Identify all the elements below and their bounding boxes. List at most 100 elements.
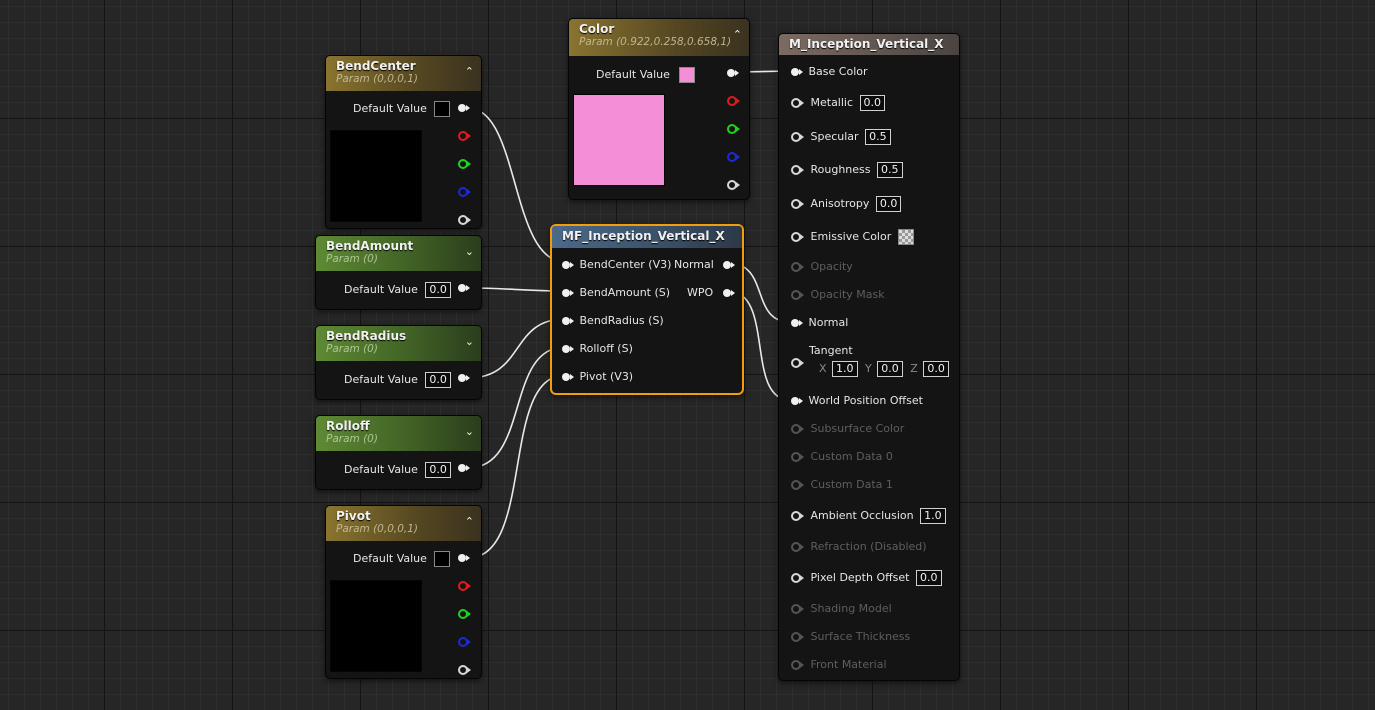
input-emissive-color[interactable]: Emissive Color	[791, 229, 914, 245]
input-pin[interactable]	[791, 573, 804, 583]
color-swatch[interactable]	[679, 67, 696, 83]
default-value-input[interactable]: 0.0	[425, 282, 451, 298]
input-pin[interactable]	[791, 199, 804, 209]
tangent-x-input[interactable]: 1.0	[832, 361, 858, 377]
color-swatch[interactable]	[434, 551, 451, 567]
output-pin-g[interactable]	[727, 124, 740, 134]
collapse-chevron-icon[interactable]: ⌃	[465, 65, 474, 78]
input-label: Specular	[810, 130, 859, 143]
rolloff-param-node[interactable]: Rolloff Param (0) ⌄ Default Value 0.0	[315, 415, 482, 490]
node-header[interactable]: BendAmount Param (0) ⌄	[316, 236, 481, 271]
node-header[interactable]: BendRadius Param (0) ⌄	[316, 326, 481, 361]
metallic-value-input[interactable]: 0.0	[859, 95, 886, 111]
output-pin-r[interactable]	[458, 581, 471, 591]
color-swatch[interactable]	[434, 101, 451, 117]
input-specular[interactable]: Specular 0.5	[791, 129, 891, 145]
default-value-input[interactable]: 0.0	[425, 372, 451, 388]
input-anisotropy[interactable]: Anisotropy 0.0	[791, 196, 902, 212]
node-header[interactable]: MF_Inception_Vertical_X	[552, 226, 742, 248]
input-base-color[interactable]: Base Color	[791, 64, 868, 80]
output-pin[interactable]	[458, 464, 470, 472]
output-pin-rgba[interactable]	[458, 104, 470, 112]
output-pin[interactable]	[458, 284, 470, 292]
node-header[interactable]: Color Param (0.922,0.258,0.658,1) ⌃	[569, 19, 749, 56]
input-row[interactable]: Rolloff (S)	[562, 341, 633, 357]
specular-value-input[interactable]: 0.5	[865, 129, 891, 145]
bendamount-param-node[interactable]: BendAmount Param (0) ⌄ Default Value 0.0	[315, 235, 482, 310]
output-pin-g[interactable]	[458, 159, 471, 169]
bendcenter-param-node[interactable]: BendCenter Param (0,0,0,1) ⌃ Default Val…	[325, 55, 482, 229]
output-pin-rgba[interactable]	[458, 554, 470, 562]
input-pin[interactable]	[562, 345, 574, 353]
input-pin[interactable]	[562, 289, 574, 297]
output-pin[interactable]	[722, 289, 735, 297]
output-pin-r[interactable]	[727, 96, 740, 106]
emissive-color-swatch[interactable]	[897, 229, 914, 245]
collapse-chevron-icon[interactable]: ⌄	[465, 245, 474, 258]
output-pin-a[interactable]	[458, 215, 471, 225]
default-value-label: Default Value	[344, 373, 418, 386]
input-pin[interactable]	[562, 317, 574, 325]
input-tangent[interactable]: Tangent	[791, 343, 853, 359]
input-pin[interactable]	[791, 319, 803, 327]
output-pin-rgba[interactable]	[727, 69, 739, 77]
collapse-chevron-icon[interactable]: ⌄	[465, 425, 474, 438]
output-pin-a[interactable]	[458, 665, 471, 675]
input-row[interactable]: BendRadius (S)	[562, 313, 664, 329]
material-function-node[interactable]: MF_Inception_Vertical_X BendCenter (V3) …	[550, 224, 744, 395]
node-header[interactable]: Pivot Param (0,0,0,1) ⌃	[326, 506, 481, 541]
tangent-input-pin[interactable]	[791, 358, 804, 368]
node-header[interactable]: Rolloff Param (0) ⌄	[316, 416, 481, 451]
input-pin[interactable]	[791, 232, 804, 242]
input-pin[interactable]	[791, 511, 804, 521]
output-pin-b[interactable]	[727, 152, 740, 162]
input-label: World Position Offset	[808, 394, 923, 407]
ao-value-input[interactable]: 1.0	[920, 508, 946, 524]
input-pin[interactable]	[562, 261, 574, 269]
collapse-chevron-icon[interactable]: ⌃	[465, 515, 474, 528]
input-normal[interactable]: Normal	[791, 315, 848, 331]
output-pin-a[interactable]	[727, 180, 740, 190]
collapse-chevron-icon[interactable]: ⌄	[465, 335, 474, 348]
anisotropy-value-input[interactable]: 0.0	[875, 196, 902, 212]
color-param-node[interactable]: Color Param (0.922,0.258,0.658,1) ⌃ Defa…	[568, 18, 750, 200]
input-row[interactable]: Pivot (V3)	[562, 369, 633, 385]
input-pin[interactable]	[791, 68, 803, 76]
bendradius-param-node[interactable]: BendRadius Param (0) ⌄ Default Value 0.0	[315, 325, 482, 400]
output-pin-b[interactable]	[458, 187, 471, 197]
pdo-value-input[interactable]: 0.0	[916, 570, 942, 586]
node-subtitle: Param (0.922,0.258,0.658,1)	[579, 36, 732, 48]
roughness-value-input[interactable]: 0.5	[877, 162, 903, 178]
output-pin[interactable]	[458, 374, 470, 382]
input-ambient-occlusion[interactable]: Ambient Occlusion 1.0	[791, 508, 946, 524]
output-row[interactable]: WPO	[687, 285, 735, 301]
input-row[interactable]: BendCenter (V3)	[562, 257, 671, 273]
output-pin-r[interactable]	[458, 131, 471, 141]
input-row[interactable]: BendAmount (S)	[562, 285, 670, 301]
default-value-row: Default Value 0.0	[344, 372, 451, 388]
collapse-chevron-icon[interactable]: ⌃	[733, 28, 742, 41]
output-pin-g[interactable]	[458, 609, 471, 619]
input-custom-data-1: Custom Data 1	[791, 477, 893, 493]
input-pin[interactable]	[791, 98, 804, 108]
input-pin	[791, 660, 804, 670]
node-header[interactable]: M_Inception_Vertical_X	[779, 34, 959, 55]
input-roughness[interactable]: Roughness 0.5	[791, 162, 903, 178]
material-result-node[interactable]: M_Inception_Vertical_X Base Color Metall…	[778, 33, 960, 681]
input-pin[interactable]	[791, 397, 803, 405]
input-pin[interactable]	[791, 132, 804, 142]
input-metallic[interactable]: Metallic 0.0	[791, 95, 886, 111]
pivot-param-node[interactable]: Pivot Param (0,0,0,1) ⌃ Default Value	[325, 505, 482, 679]
input-pixel-depth-offset[interactable]: Pixel Depth Offset 0.0	[791, 570, 942, 586]
tangent-y-input[interactable]: 0.0	[877, 361, 903, 377]
input-pin[interactable]	[562, 373, 574, 381]
output-pin-b[interactable]	[458, 637, 471, 647]
output-row[interactable]: Normal	[674, 257, 736, 273]
tangent-z-input[interactable]: 0.0	[923, 361, 949, 377]
input-front-material: Front Material	[791, 657, 887, 673]
node-header[interactable]: BendCenter Param (0,0,0,1) ⌃	[326, 56, 481, 91]
default-value-input[interactable]: 0.0	[425, 462, 451, 478]
input-pin[interactable]	[791, 165, 804, 175]
input-world-position-offset[interactable]: World Position Offset	[791, 393, 923, 409]
output-pin[interactable]	[723, 261, 736, 269]
